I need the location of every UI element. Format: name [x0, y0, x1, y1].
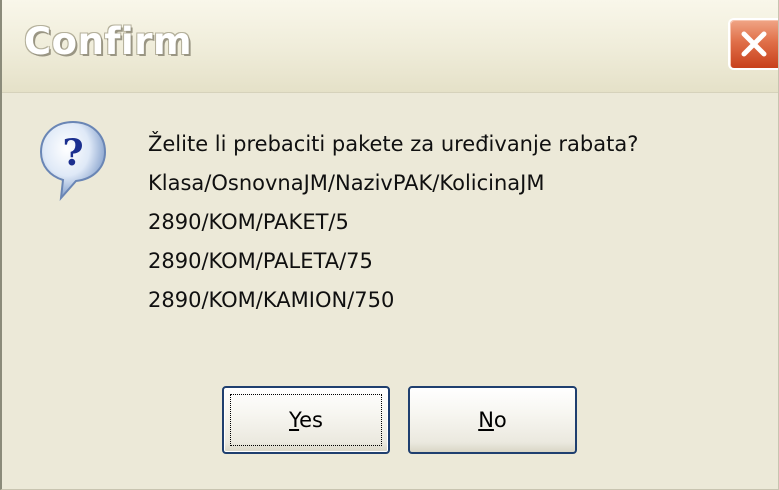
question-glyph: ? — [62, 132, 83, 174]
message-line: 2890/KOM/KAMION/750 — [148, 288, 395, 312]
title-bar[interactable]: Confirm — [2, 0, 778, 93]
message-line: Želite li prebaciti pakete za uređivanje… — [148, 132, 639, 156]
confirm-dialog: Confirm ? Želite li prebaciti pakete za … — [0, 0, 779, 490]
focus-rectangle — [230, 394, 382, 446]
message-text: Želite li prebaciti pakete za uređivanje… — [148, 125, 638, 320]
dialog-title: Confirm — [24, 20, 192, 63]
no-mnemonic: N — [478, 408, 494, 432]
message-line: 2890/KOM/PALETA/75 — [148, 249, 373, 273]
question-icon: ? — [39, 120, 107, 202]
no-button[interactable]: No — [408, 386, 577, 454]
message-line: 2890/KOM/PAKET/5 — [148, 210, 349, 234]
message-line: Klasa/OsnovnaJM/NazivPAK/KolicinaJM — [148, 171, 545, 195]
yes-button[interactable]: Yes — [222, 386, 390, 454]
no-label-rest: o — [493, 408, 507, 432]
close-x-icon — [741, 31, 767, 57]
close-button[interactable] — [728, 18, 778, 70]
